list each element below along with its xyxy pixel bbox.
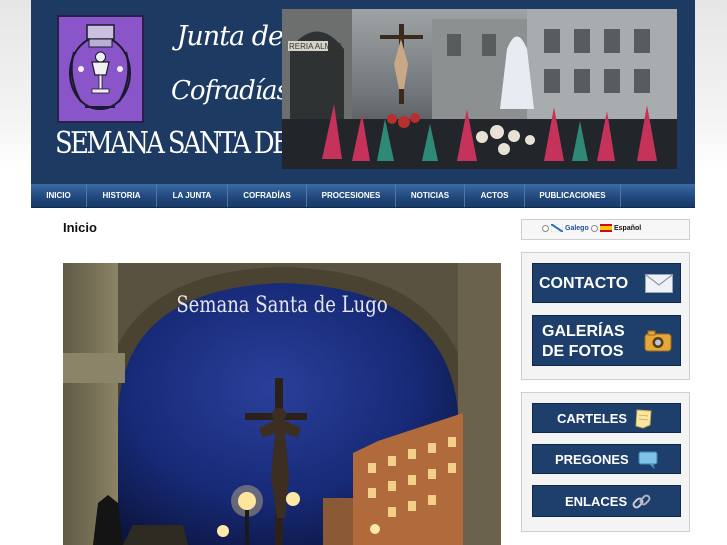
flag-spain-icon (600, 224, 612, 232)
enlaces-button[interactable]: ENLACES (532, 485, 681, 517)
sidebar-panel-main: CONTACTO GALERÍAS DE FOTOS (521, 252, 690, 380)
contacto-button[interactable]: CONTACTO (532, 263, 681, 303)
flag-galicia-icon (551, 224, 563, 232)
sidebar-panel-secondary: CARTELES PREGONES ENLACES (521, 392, 690, 532)
header-procession-photo: RERIA ALMES (282, 9, 677, 169)
carteles-label: CARTELES (557, 411, 628, 426)
envelope-icon (645, 274, 673, 293)
nav-item-cofradias[interactable]: COFRADÍAS (228, 184, 307, 207)
header-title-cofradias: Cofradías (171, 76, 290, 106)
nav-item-historia[interactable]: HISTORIA (87, 184, 157, 207)
carteles-button[interactable]: CARTELES (532, 403, 681, 433)
language-label-galego[interactable]: Galego (565, 225, 589, 232)
speech-bubble-icon (638, 451, 658, 469)
de-fotos-label: DE FOTOS (542, 343, 624, 360)
brotherhood-logo[interactable] (57, 15, 144, 123)
nav-item-actos[interactable]: ACTOS (465, 184, 525, 207)
shop-sign-text: RERIA ALMES (289, 42, 342, 51)
radio-icon[interactable] (542, 224, 549, 232)
language-option-galego[interactable]: Galego (542, 224, 589, 232)
nav-item-publicaciones[interactable]: PUBLICACIONES (525, 184, 621, 207)
chain-link-icon (632, 494, 651, 509)
language-selector: Galego Español (521, 219, 690, 240)
page-wrapper: Junta de Cofradías SEMANA SANTA DE LUGO (31, 0, 695, 545)
galerias-label: GALERÍAS (542, 323, 625, 340)
galerias-de-fotos-button[interactable]: GALERÍAS DE FOTOS (532, 315, 681, 366)
contacto-label: CONTACTO (539, 275, 629, 292)
radio-icon[interactable] (591, 224, 598, 232)
note-icon (635, 409, 652, 429)
site-header: Junta de Cofradías SEMANA SANTA DE LUGO (31, 0, 695, 184)
photo-caption: Semana Santa de Lugo (176, 291, 387, 317)
camera-icon (644, 330, 672, 352)
header-title-semana-santa: SEMANA SANTA DE LUGO (55, 126, 365, 161)
nav-item-noticias[interactable]: NOTICIAS (396, 184, 465, 207)
main-feature-photo[interactable]: Semana Santa de Lugo (63, 263, 501, 545)
pregones-label: PREGONES (555, 452, 629, 467)
coat-of-arms-icon (69, 24, 131, 110)
language-label-espanol[interactable]: Español (614, 225, 641, 232)
main-navigation: INICIO HISTORIA LA JUNTA COFRADÍAS PROCE… (31, 184, 695, 208)
page-title: Inicio (63, 220, 97, 235)
enlaces-label: ENLACES (565, 494, 628, 509)
nav-item-inicio[interactable]: INICIO (31, 184, 87, 207)
pregones-button[interactable]: PREGONES (532, 444, 681, 474)
header-title-junta: Junta de (176, 21, 284, 52)
nav-item-la-junta[interactable]: LA JUNTA (157, 184, 228, 207)
nav-item-procesiones[interactable]: PROCESIONES (307, 184, 396, 207)
language-option-espanol[interactable]: Español (591, 224, 641, 232)
